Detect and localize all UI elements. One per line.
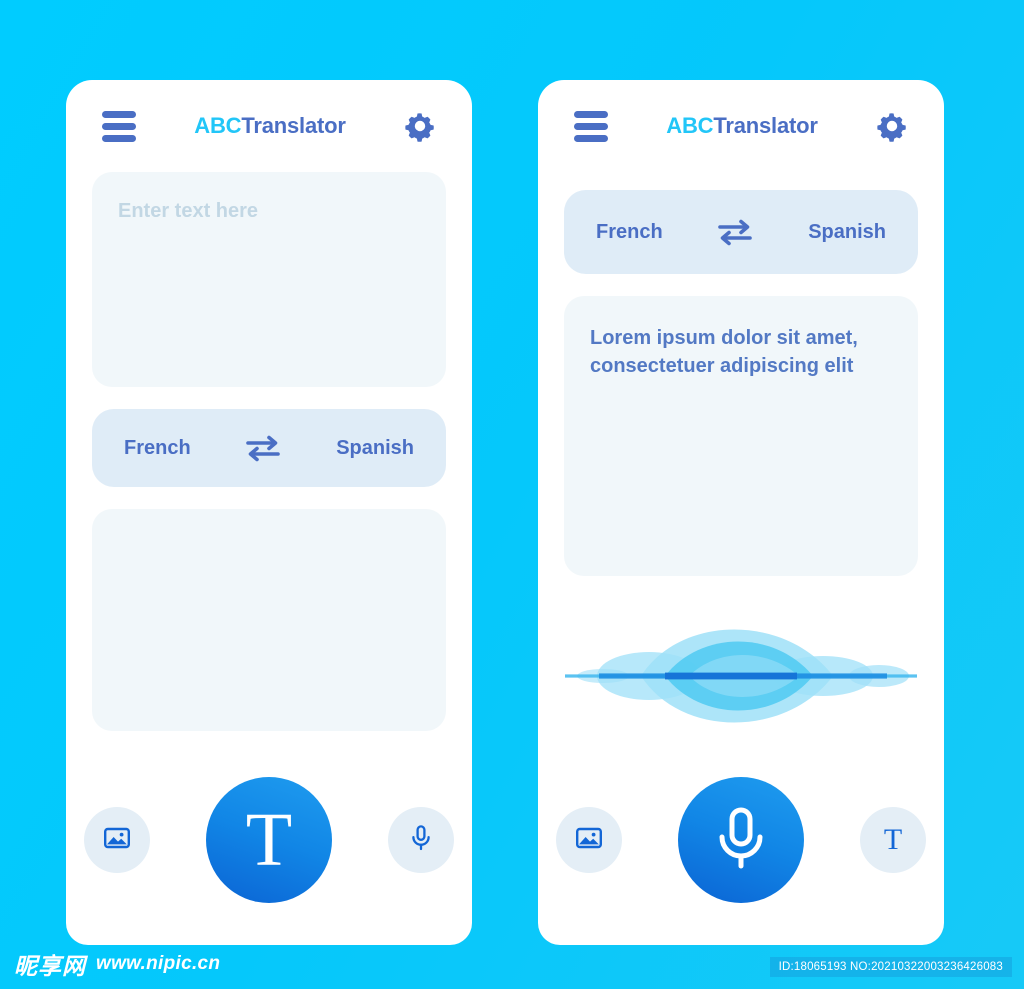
source-language-label[interactable]: French — [124, 437, 191, 460]
hamburger-bar — [102, 122, 136, 130]
app-title: ABCTranslator — [194, 113, 346, 139]
transcription-text: Lorem ipsum dolor sit amet, consectetuer… — [590, 327, 858, 378]
watermark-url: www.nipic.cn — [96, 953, 221, 974]
hamburger-bar — [102, 134, 136, 142]
app-title-rest: Translator — [241, 113, 346, 138]
microphone-icon — [711, 805, 771, 876]
target-language-label[interactable]: Spanish — [336, 437, 414, 460]
swap-arrows-icon[interactable] — [242, 431, 284, 465]
phone-screen-text-input: ABCTranslator Enter text here French Spa… — [66, 80, 472, 945]
transcription-output-panel[interactable]: Lorem ipsum dolor sit amet, consectetuer… — [564, 296, 918, 576]
bottom-action-bar: T — [538, 777, 944, 903]
translated-text-output[interactable] — [92, 509, 446, 731]
id-badge: ID:18065193 NO:20210322003236426083 — [769, 957, 1012, 977]
source-text-input[interactable]: Enter text here — [92, 172, 446, 387]
gear-icon[interactable] — [876, 110, 908, 142]
source-text-placeholder: Enter text here — [118, 200, 259, 222]
swap-arrows-icon[interactable] — [714, 215, 756, 249]
source-language-label[interactable]: French — [596, 221, 663, 244]
watermark: 昵享网 www.nipic.cn — [14, 947, 220, 981]
image-icon — [574, 823, 604, 858]
image-icon — [102, 823, 132, 858]
text-icon: T — [245, 798, 293, 882]
phone-screen-voice-input: ABCTranslator French Spanish Lorem ipsum… — [538, 80, 944, 945]
hamburger-bar — [574, 110, 608, 118]
gear-icon[interactable] — [404, 110, 436, 142]
watermark-logo: 昵享网 — [14, 954, 86, 980]
hamburger-bar — [574, 122, 608, 130]
app-title: ABCTranslator — [666, 113, 818, 139]
app-title-accent: ABC — [666, 113, 714, 138]
hamburger-icon[interactable] — [574, 110, 608, 142]
audio-waveform — [538, 576, 944, 776]
app-bar: ABCTranslator — [66, 80, 472, 172]
text-icon: T — [883, 823, 903, 856]
hamburger-icon[interactable] — [102, 110, 136, 142]
voice-input-button-active[interactable] — [678, 777, 804, 903]
text-input-button[interactable]: T — [860, 807, 926, 873]
image-input-button[interactable] — [84, 807, 150, 873]
app-title-rest: Translator — [713, 113, 818, 138]
language-switch-bar[interactable]: French Spanish — [92, 409, 446, 487]
hamburger-bar — [574, 134, 608, 142]
bottom-action-bar: T — [66, 777, 472, 903]
app-title-accent: ABC — [194, 113, 242, 138]
app-bar: ABCTranslator — [538, 80, 944, 172]
hamburger-bar — [102, 110, 136, 118]
voice-input-button[interactable] — [388, 807, 454, 873]
text-input-button-active[interactable]: T — [206, 777, 332, 903]
image-input-button[interactable] — [556, 807, 622, 873]
target-language-label[interactable]: Spanish — [808, 221, 886, 244]
microphone-icon — [408, 824, 434, 857]
language-switch-bar[interactable]: French Spanish — [564, 190, 918, 274]
